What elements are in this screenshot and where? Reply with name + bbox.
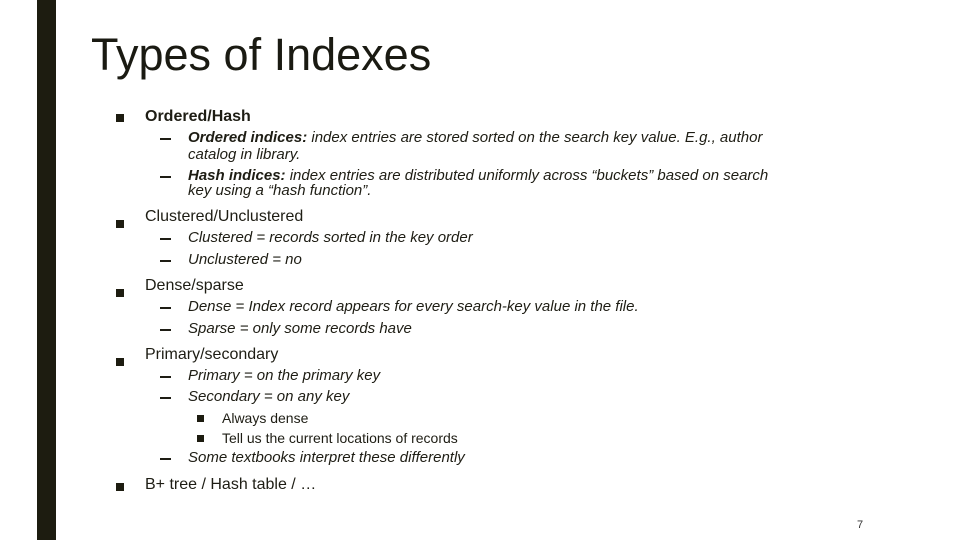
sub-sparse: Sparse = only some records have bbox=[188, 320, 412, 337]
bullet-icon bbox=[116, 289, 124, 297]
sub-ordered-indices-cont: catalog in library. bbox=[188, 146, 301, 163]
dash-icon bbox=[160, 176, 171, 178]
subsub-current-locations: Tell us the current locations of records bbox=[222, 430, 458, 446]
bullet-icon bbox=[116, 483, 124, 491]
sub-lead: Ordered indices: bbox=[188, 129, 308, 146]
slide-title: Types of Indexes bbox=[91, 29, 432, 80]
subsub-always-dense: Always dense bbox=[222, 410, 309, 426]
dash-icon bbox=[160, 307, 171, 309]
dash-icon bbox=[160, 329, 171, 331]
sub-dense: Dense = Index record appears for every s… bbox=[188, 298, 639, 315]
dash-icon bbox=[160, 397, 171, 399]
dash-icon bbox=[160, 138, 171, 140]
bullet-icon bbox=[197, 435, 204, 442]
bullet-icon bbox=[116, 114, 124, 122]
dash-icon bbox=[160, 458, 171, 460]
bullet-icon bbox=[116, 358, 124, 366]
accent-side-bar bbox=[37, 0, 56, 540]
sub-unclustered: Unclustered = no bbox=[188, 251, 302, 268]
bullet-ordered-hash: Ordered/Hash bbox=[145, 108, 251, 125]
sub-primary: Primary = on the primary key bbox=[188, 367, 381, 384]
bullet-icon bbox=[197, 415, 204, 422]
sub-secondary: Secondary = on any key bbox=[188, 388, 350, 405]
sub-ordered-indices: Ordered indices: index entries are store… bbox=[188, 129, 762, 147]
dash-icon bbox=[160, 260, 171, 262]
dash-icon bbox=[160, 376, 171, 378]
bullet-primary-secondary: Primary/secondary bbox=[145, 346, 279, 363]
sub-text: index entries are stored sorted on the s… bbox=[307, 129, 763, 146]
bullet-dense-sparse: Dense/sparse bbox=[145, 277, 244, 294]
dash-icon bbox=[160, 238, 171, 240]
sub-textbooks: Some textbooks interpret these different… bbox=[188, 449, 465, 466]
page-number: 7 bbox=[857, 519, 864, 531]
bullet-bplus-tree: B+ tree / Hash table / … bbox=[145, 476, 317, 493]
bullet-icon bbox=[116, 220, 124, 228]
sub-clustered: Clustered = records sorted in the key or… bbox=[188, 229, 473, 246]
bullet-clustered: Clustered/Unclustered bbox=[145, 208, 304, 225]
sub-hash-indices-cont: key using a “hash function”. bbox=[188, 182, 372, 199]
